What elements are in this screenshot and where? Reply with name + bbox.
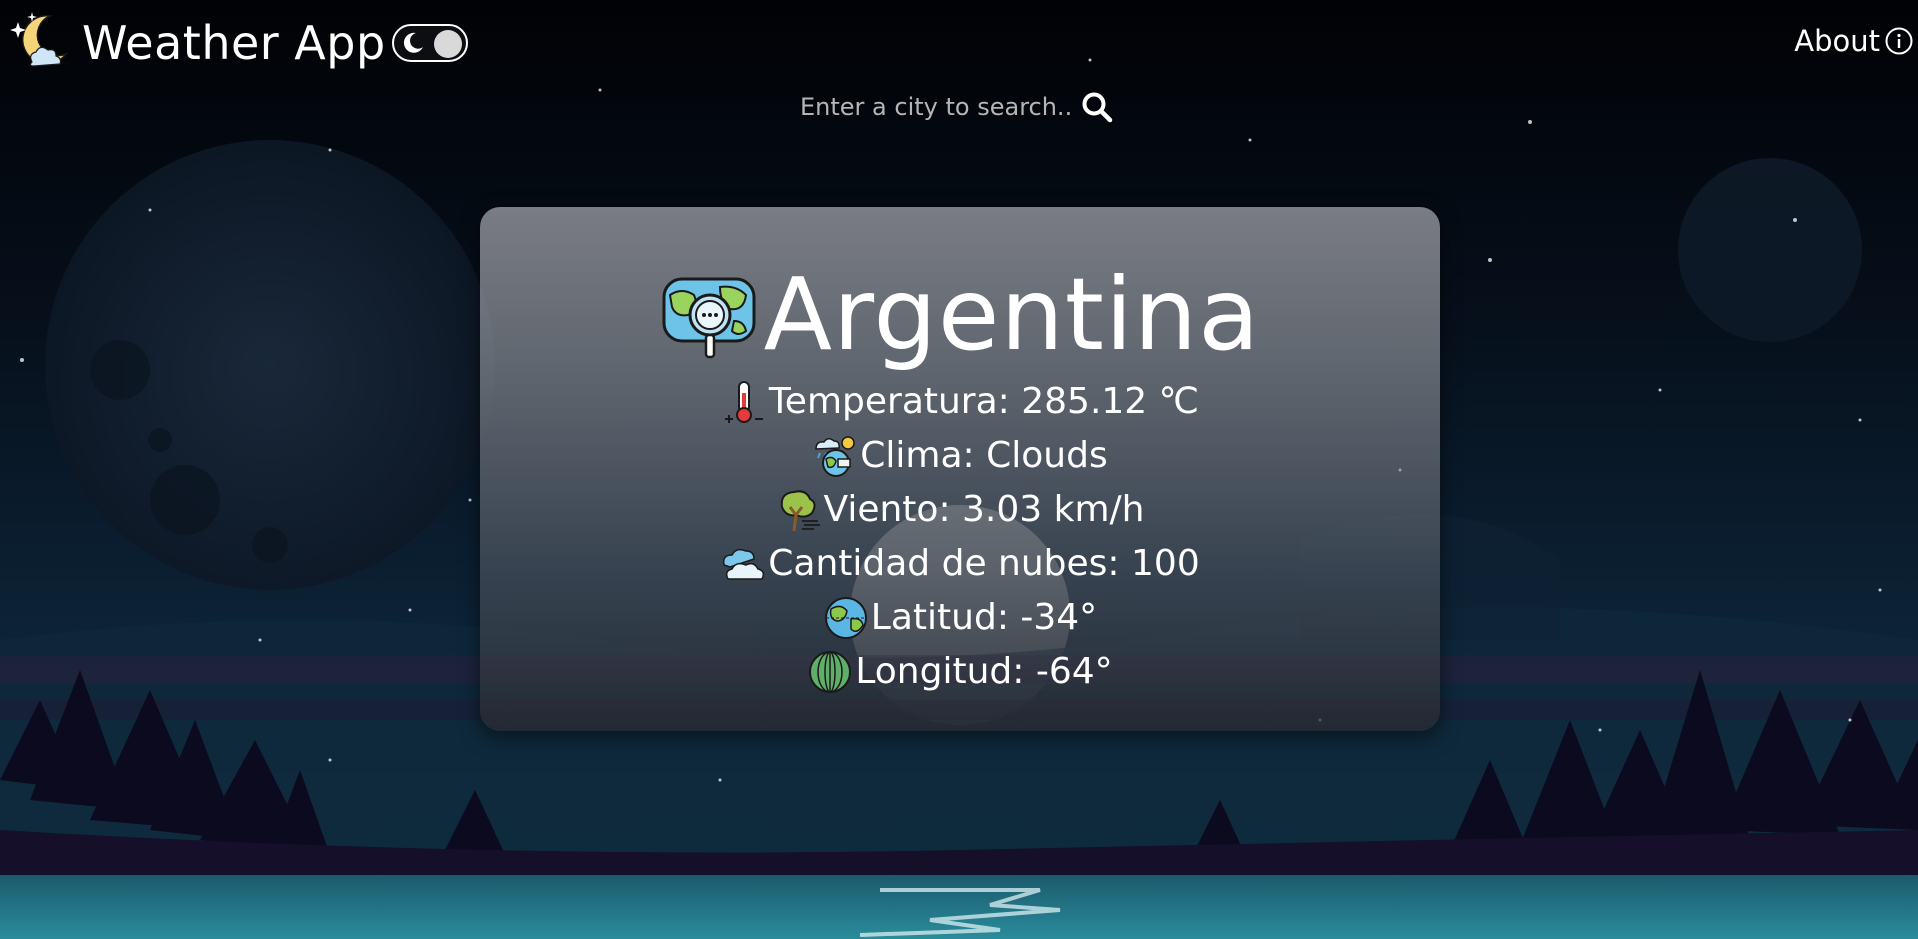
latitude-row: Latitud: -34° [823, 591, 1097, 645]
temperature-text: Temperatura: 285.12 ℃ [768, 381, 1200, 422]
globe-longitude-icon [807, 649, 853, 695]
search-bar [800, 86, 1120, 128]
weather-text: Clima: Clouds [860, 435, 1108, 476]
search-icon[interactable] [1080, 90, 1114, 124]
earth-icon [823, 595, 869, 641]
brand: Weather App [10, 10, 468, 76]
cloud-icon [720, 541, 766, 587]
weather-card: Argentina Temperatura: 285.12 ℃ Clima: C… [480, 207, 1440, 731]
app-title: Weather App [82, 16, 386, 70]
globe-search-icon [660, 265, 760, 365]
city-name: Argentina [763, 256, 1261, 373]
clouds-row: Cantidad de nubes: 100 [720, 537, 1200, 591]
moon-stars-logo-icon [10, 10, 72, 76]
wind-tree-icon [776, 487, 822, 533]
header: Weather App About [0, 0, 1918, 123]
about-link[interactable]: About [1794, 24, 1914, 58]
wind-text: Viento: 3.03 km/h [823, 489, 1145, 530]
wind-row: Viento: 3.03 km/h [776, 483, 1145, 537]
search-input[interactable] [800, 93, 1072, 121]
weather-row: Clima: Clouds [812, 429, 1108, 483]
city-heading: Argentina [660, 255, 1261, 375]
info-icon [1884, 26, 1914, 56]
toggle-knob [433, 30, 462, 58]
clouds-text: Cantidad de nubes: 100 [768, 543, 1200, 584]
thermometer-icon [721, 379, 767, 425]
about-label: About [1794, 24, 1880, 58]
moon-icon [401, 31, 425, 55]
temperature-row: Temperatura: 285.12 ℃ [721, 375, 1199, 429]
latitude-text: Latitud: -34° [870, 597, 1098, 638]
weather-icon [812, 433, 858, 479]
longitude-text: Longitud: -64° [855, 651, 1113, 692]
longitude-row: Longitud: -64° [807, 645, 1113, 699]
theme-toggle[interactable] [391, 24, 468, 62]
